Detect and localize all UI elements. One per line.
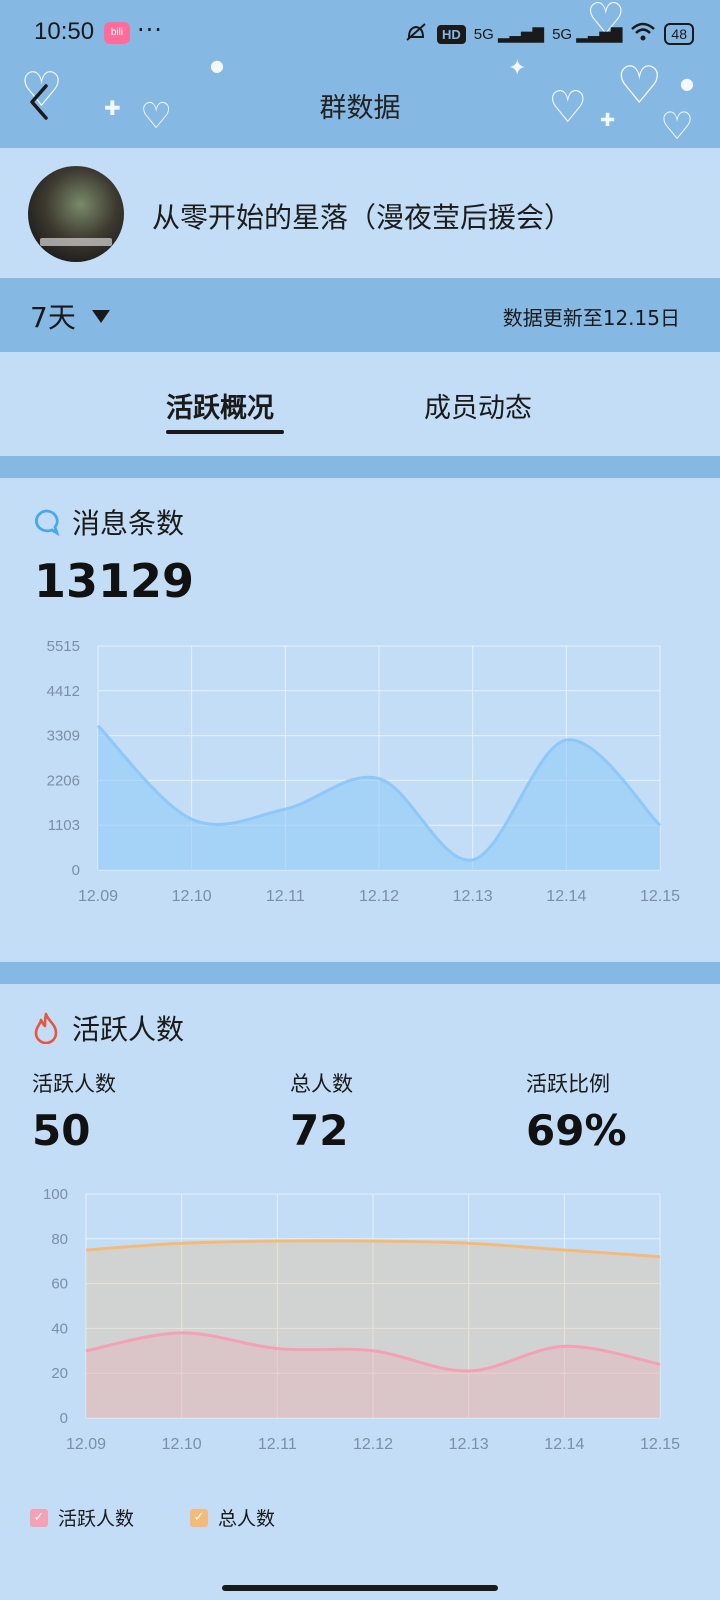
tab-bar: 活跃概况 成员动态 xyxy=(0,352,720,456)
tab-activity-overview[interactable]: 活跃概况 xyxy=(166,386,274,425)
active-users-title: 活跃人数 xyxy=(72,1013,185,1046)
x-tick-label: 12.11 xyxy=(266,888,305,905)
x-tick-label: 12.12 xyxy=(353,1436,393,1453)
status-bar: 10:50 bili ··· HD 5G ▂▃▅▇ 5G ▂▃▅▇ 48 xyxy=(0,0,720,64)
status-icons: HD 5G ▂▃▅▇ 5G ▂▃▅▇ 48 xyxy=(403,20,694,48)
tab-member-dynamics[interactable]: 成员动态 xyxy=(424,386,532,425)
active-users-chart: 0 20 40 60 80 100 12.09 12.10 12.11 12.12 12.13 12.… xyxy=(43,1186,680,1453)
filter-bar: 7天 数据更新至12.15日 xyxy=(0,278,720,352)
x-tick-label: 12.09 xyxy=(66,1436,106,1453)
section-divider xyxy=(0,456,720,478)
legend-label: 活跃人数 xyxy=(58,1508,135,1530)
status-time: 10:50 xyxy=(34,18,95,45)
stat-value: 69% xyxy=(526,1106,627,1155)
legend-active-users[interactable]: ✓ 活跃人数 xyxy=(30,1504,134,1531)
stat-label: 活跃人数 xyxy=(32,1072,116,1096)
active-users-card: 活跃人数 活跃人数 50 总人数 72 活跃比例 69% 0 20 40 60 80 10… xyxy=(0,984,720,1560)
more-notifications-icon: ··· xyxy=(137,16,163,44)
section-divider xyxy=(0,962,720,984)
messages-chart: 0 1103 2206 3309 4412 5515 12.09 12.10 12.11 12.1… xyxy=(47,638,680,905)
y-tick-label: 4412 xyxy=(47,683,80,700)
messages-total: 13129 xyxy=(34,554,195,608)
page-title: 群数据 xyxy=(319,93,401,124)
y-tick-label: 2206 xyxy=(47,772,80,789)
y-tick-label: 100 xyxy=(43,1186,68,1203)
group-info: 从零开始的星落（漫夜莹后援会） xyxy=(0,148,720,278)
stat-active-ratio: 活跃比例 69% xyxy=(526,1068,627,1155)
x-tick-label: 12.09 xyxy=(78,888,118,905)
stat-active-count: 活跃人数 50 xyxy=(32,1068,116,1155)
stat-total-count: 总人数 72 xyxy=(290,1068,353,1155)
avatar-detail xyxy=(40,238,112,246)
hd-icon: HD xyxy=(436,24,466,44)
stat-value: 72 xyxy=(290,1106,349,1155)
signal-label: 5G xyxy=(552,26,573,43)
active-users-header: 活跃人数 xyxy=(32,1008,184,1048)
checkbox-icon: ✓ xyxy=(190,1508,209,1527)
y-tick-label: 60 xyxy=(51,1276,68,1293)
y-tick-label: 0 xyxy=(72,862,80,879)
y-tick-label: 20 xyxy=(51,1365,68,1382)
x-tick-label: 12.14 xyxy=(546,888,586,905)
chart-legend: ✓ 活跃人数 ✓ 总人数 xyxy=(30,1504,275,1531)
time-range-dropdown[interactable]: 7天 xyxy=(30,296,110,336)
active-stats: 活跃人数 50 总人数 72 活跃比例 69% xyxy=(0,1068,720,1168)
wifi-icon xyxy=(630,21,656,47)
y-tick-label: 0 xyxy=(60,1410,68,1427)
update-date: 数据更新至12.15日 xyxy=(502,306,680,330)
group-name: 从零开始的星落（漫夜莹后援会） xyxy=(152,201,573,234)
active-tab-indicator xyxy=(166,430,284,434)
stat-label: 活跃比例 xyxy=(526,1072,610,1096)
y-tick-label: 1103 xyxy=(48,817,80,834)
x-tick-label: 12.10 xyxy=(162,1436,202,1453)
x-tick-label: 12.10 xyxy=(172,888,212,905)
x-tick-label: 12.14 xyxy=(544,1436,584,1453)
triangle-down-icon xyxy=(91,309,110,323)
checkbox-icon: ✓ xyxy=(30,1508,48,1527)
mute-bell-icon xyxy=(403,20,429,48)
battery-icon: 48 xyxy=(664,23,694,45)
x-tick-label: 12.15 xyxy=(640,888,680,905)
home-indicator xyxy=(222,1585,498,1591)
stat-label: 总人数 xyxy=(290,1072,353,1096)
x-tick-label: 12.11 xyxy=(258,1436,297,1453)
signal-label: 5G xyxy=(473,26,494,43)
signal-5g-icon: 5G ▂▃▅▇ xyxy=(473,26,545,43)
y-tick-label: 5515 xyxy=(47,638,80,655)
y-tick-label: 3309 xyxy=(47,728,80,745)
legend-label: 总人数 xyxy=(218,1508,276,1530)
stat-value: 50 xyxy=(32,1106,91,1155)
messages-header: 消息条数 xyxy=(32,502,184,542)
header-bar: ♡ ♡ ♡ ♡ ♡ ♡ ✦ ✚ ✚ ● ● 10:50 bili ··· HD … xyxy=(0,0,720,148)
messages-card: 消息条数 13129 0 1103 2206 3309 4412 5515 12.09 12.… xyxy=(0,478,720,962)
time-range-label: 7天 xyxy=(30,301,76,334)
flame-icon xyxy=(34,1012,58,1044)
messages-title: 消息条数 xyxy=(72,507,185,540)
x-tick-label: 12.12 xyxy=(359,888,399,905)
chat-bubble-icon xyxy=(35,509,60,536)
x-tick-label: 12.13 xyxy=(453,888,493,905)
x-tick-label: 12.13 xyxy=(449,1436,489,1453)
y-tick-label: 80 xyxy=(51,1231,68,1248)
group-avatar[interactable] xyxy=(28,166,124,262)
x-tick-label: 12.15 xyxy=(640,1436,680,1453)
y-tick-label: 40 xyxy=(51,1320,68,1337)
legend-total-users[interactable]: ✓ 总人数 xyxy=(190,1504,275,1531)
signal-5g-icon: 5G ▂▃▅▇ xyxy=(552,26,623,43)
bilibili-notification-icon: bili xyxy=(104,22,130,44)
